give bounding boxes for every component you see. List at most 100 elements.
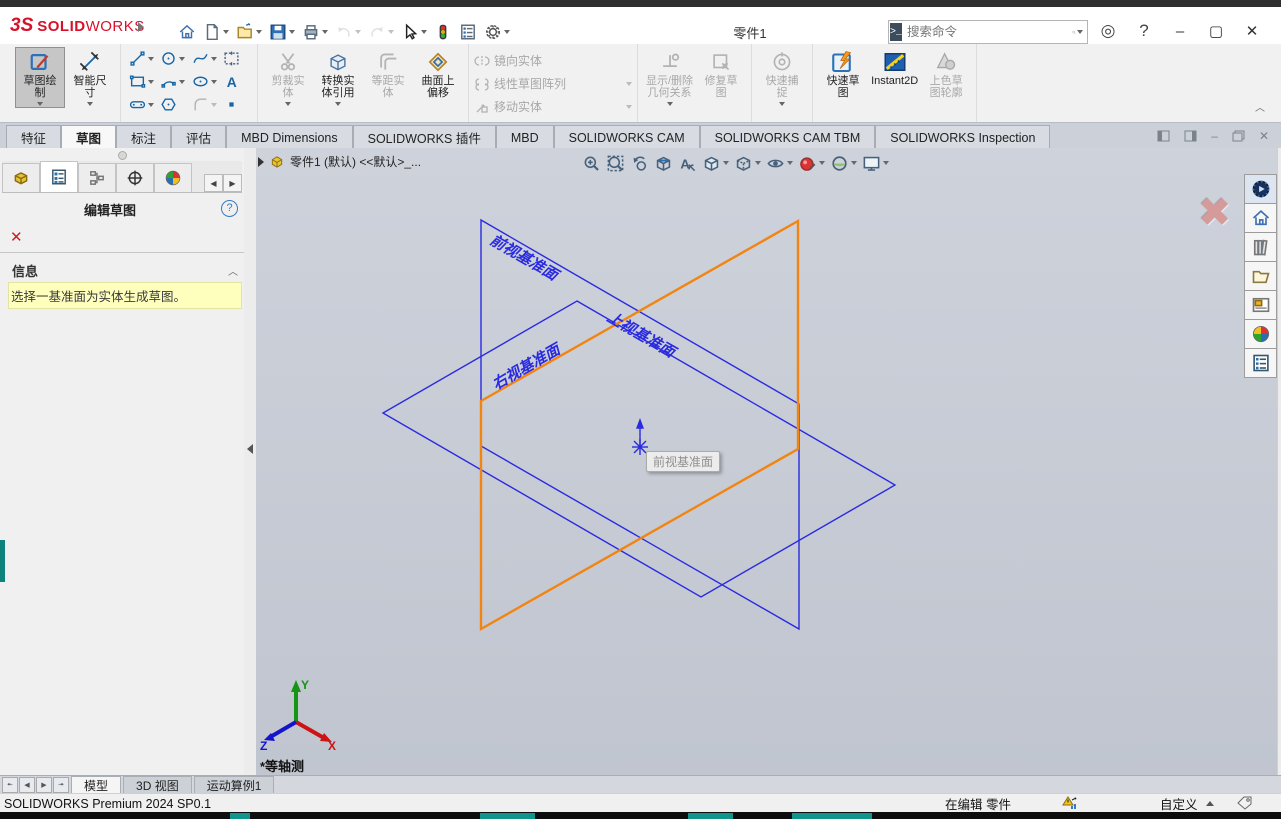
dock-right-icon[interactable] (1184, 130, 1197, 142)
view-orientation-button[interactable] (702, 154, 729, 173)
apply-scene-button[interactable] (830, 154, 857, 173)
last-tab-button[interactable]: ⯮ (53, 777, 69, 793)
graphics-viewport[interactable]: 前视基准面 上视基准面 右视基准面 零件1 (默认) <<默认>_... A 前… (256, 148, 1277, 775)
display-manager-tab[interactable] (154, 163, 192, 192)
hide-show-items-button[interactable] (766, 154, 793, 173)
doc-tab-3D 视图[interactable]: 3D 视图 (123, 776, 192, 794)
text-button[interactable]: A (221, 70, 251, 93)
zoom-to-fit-button[interactable] (582, 154, 601, 173)
apply-scene-caret[interactable] (851, 161, 857, 165)
previous-view-button[interactable] (630, 154, 649, 173)
settings-caret[interactable] (504, 30, 510, 34)
search-options-caret[interactable] (1077, 30, 1083, 34)
origin-marker[interactable] (632, 420, 648, 455)
view-settings-button[interactable] (862, 154, 889, 173)
move-entities-caret[interactable] (626, 105, 632, 109)
tag-icon[interactable] (1236, 796, 1253, 810)
next-tab-button[interactable]: ▶ (36, 777, 52, 793)
doc-tab-运动算例1[interactable]: 运动算例1 (194, 776, 275, 794)
info-collapse-chevron-icon[interactable]: ︿ (228, 263, 238, 278)
dock-left-icon[interactable] (1157, 130, 1170, 142)
tabs-scroll-right-icon[interactable]: ▶ (223, 174, 242, 192)
tab-MBD Dimensions[interactable]: MBD Dimensions (226, 125, 353, 149)
sketch-fillet-caret[interactable] (211, 103, 217, 107)
feature-manager-tab[interactable] (2, 163, 40, 192)
help-button[interactable]: ? (1126, 21, 1162, 41)
file-explorer-button[interactable] (1244, 261, 1277, 291)
spline-button[interactable] (190, 47, 219, 70)
first-tab-button[interactable]: ⯬ (2, 777, 18, 793)
straight-slot-button[interactable] (127, 93, 156, 116)
search-input[interactable] (903, 25, 1072, 39)
section-view-button[interactable] (654, 154, 673, 173)
maximize-button[interactable]: ▢ (1198, 22, 1234, 40)
home-button[interactable] (1244, 203, 1277, 233)
minimize-button[interactable]: – (1162, 23, 1198, 40)
display-delete-relations-caret[interactable] (667, 102, 673, 106)
quick-snaps-caret[interactable] (779, 102, 785, 106)
previous-tab-button[interactable]: ◀ (19, 777, 35, 793)
tabs-scroll-left-icon[interactable]: ◀ (204, 174, 223, 192)
tab-SOLIDWORKS CAM[interactable]: SOLIDWORKS CAM (554, 125, 700, 149)
account-button[interactable]: ◎ (1090, 21, 1126, 41)
flyout-expand-icon[interactable] (258, 157, 264, 167)
search-icon[interactable] (1072, 25, 1076, 40)
tab-SOLIDWORKS CAM TBM[interactable]: SOLIDWORKS CAM TBM (700, 125, 876, 149)
home-button[interactable] (176, 21, 198, 43)
custom-properties-button[interactable] (1244, 348, 1277, 378)
print-button[interactable] (300, 21, 330, 43)
performance-warning-icon[interactable] (1062, 796, 1078, 810)
close-button[interactable]: ✕ (1234, 22, 1270, 40)
annotation-views-button[interactable]: A (678, 154, 697, 173)
tab-评估[interactable]: 评估 (171, 125, 226, 149)
display-style-caret[interactable] (755, 161, 761, 165)
tab-MBD[interactable]: MBD (496, 125, 554, 149)
doc-tab-模型[interactable]: 模型 (71, 776, 121, 794)
help-icon[interactable]: ? (221, 200, 238, 217)
doc-minimize-icon[interactable]: – (1211, 129, 1218, 143)
configuration-manager-tab[interactable] (78, 163, 116, 192)
view-orientation-caret[interactable] (723, 161, 729, 165)
ellipse-caret[interactable] (211, 80, 217, 84)
top-plane[interactable] (383, 301, 895, 597)
straight-slot-caret[interactable] (148, 103, 154, 107)
linear-sketch-pattern-caret[interactable] (626, 82, 632, 86)
save-button[interactable] (267, 21, 297, 43)
new-document-caret[interactable] (223, 30, 229, 34)
point-button[interactable] (221, 93, 251, 116)
view-settings-caret[interactable] (883, 161, 889, 165)
sketch-caret[interactable] (37, 102, 43, 106)
save-caret[interactable] (289, 30, 295, 34)
rebuild-button[interactable] (432, 21, 454, 43)
ribbon-collapse-chevron-icon[interactable]: ︿ (1252, 104, 1268, 116)
hide-show-items-caret[interactable] (787, 161, 793, 165)
tab-SOLIDWORKS Inspection[interactable]: SOLIDWORKS Inspection (875, 125, 1050, 149)
instant2d-button[interactable]: Instant2D (868, 47, 921, 96)
convert-entities-caret[interactable] (335, 102, 341, 106)
zoom-to-area-button[interactable] (606, 154, 625, 173)
menu-expand-arrow-icon[interactable] (138, 22, 144, 32)
dimxpert-manager-tab[interactable] (116, 163, 154, 192)
open-caret[interactable] (256, 30, 262, 34)
rapid-sketch-button[interactable]: 快速草 图 (818, 47, 868, 108)
display-style-button[interactable] (734, 154, 761, 173)
circle-caret[interactable] (179, 57, 185, 61)
offset-on-surface-button[interactable]: 曲面上 偏移 (413, 47, 463, 108)
select-button[interactable] (399, 21, 429, 43)
tab-草图[interactable]: 草图 (61, 125, 116, 149)
sketch-button[interactable]: 草图绘 制 (15, 47, 65, 108)
panel-splitter-handle[interactable] (118, 151, 127, 160)
panel-collapse-arrow-icon[interactable] (247, 444, 253, 454)
design-library-button[interactable] (1244, 232, 1277, 262)
smart-dimension-button[interactable]: 智能尺 寸 (65, 47, 115, 108)
customize-control[interactable]: 自定义 (1160, 794, 1214, 813)
new-document-button[interactable] (201, 21, 231, 43)
line-caret[interactable] (148, 57, 154, 61)
polygon-button[interactable] (158, 93, 188, 116)
solidworks-resources-button[interactable] (1244, 174, 1277, 204)
cancel-sketch-x-icon[interactable]: ✖ (1198, 190, 1232, 236)
line-button[interactable] (127, 47, 156, 70)
edit-appearance-caret[interactable] (819, 161, 825, 165)
redo-caret[interactable] (388, 30, 394, 34)
tab-SOLIDWORKS 插件[interactable]: SOLIDWORKS 插件 (353, 125, 496, 149)
